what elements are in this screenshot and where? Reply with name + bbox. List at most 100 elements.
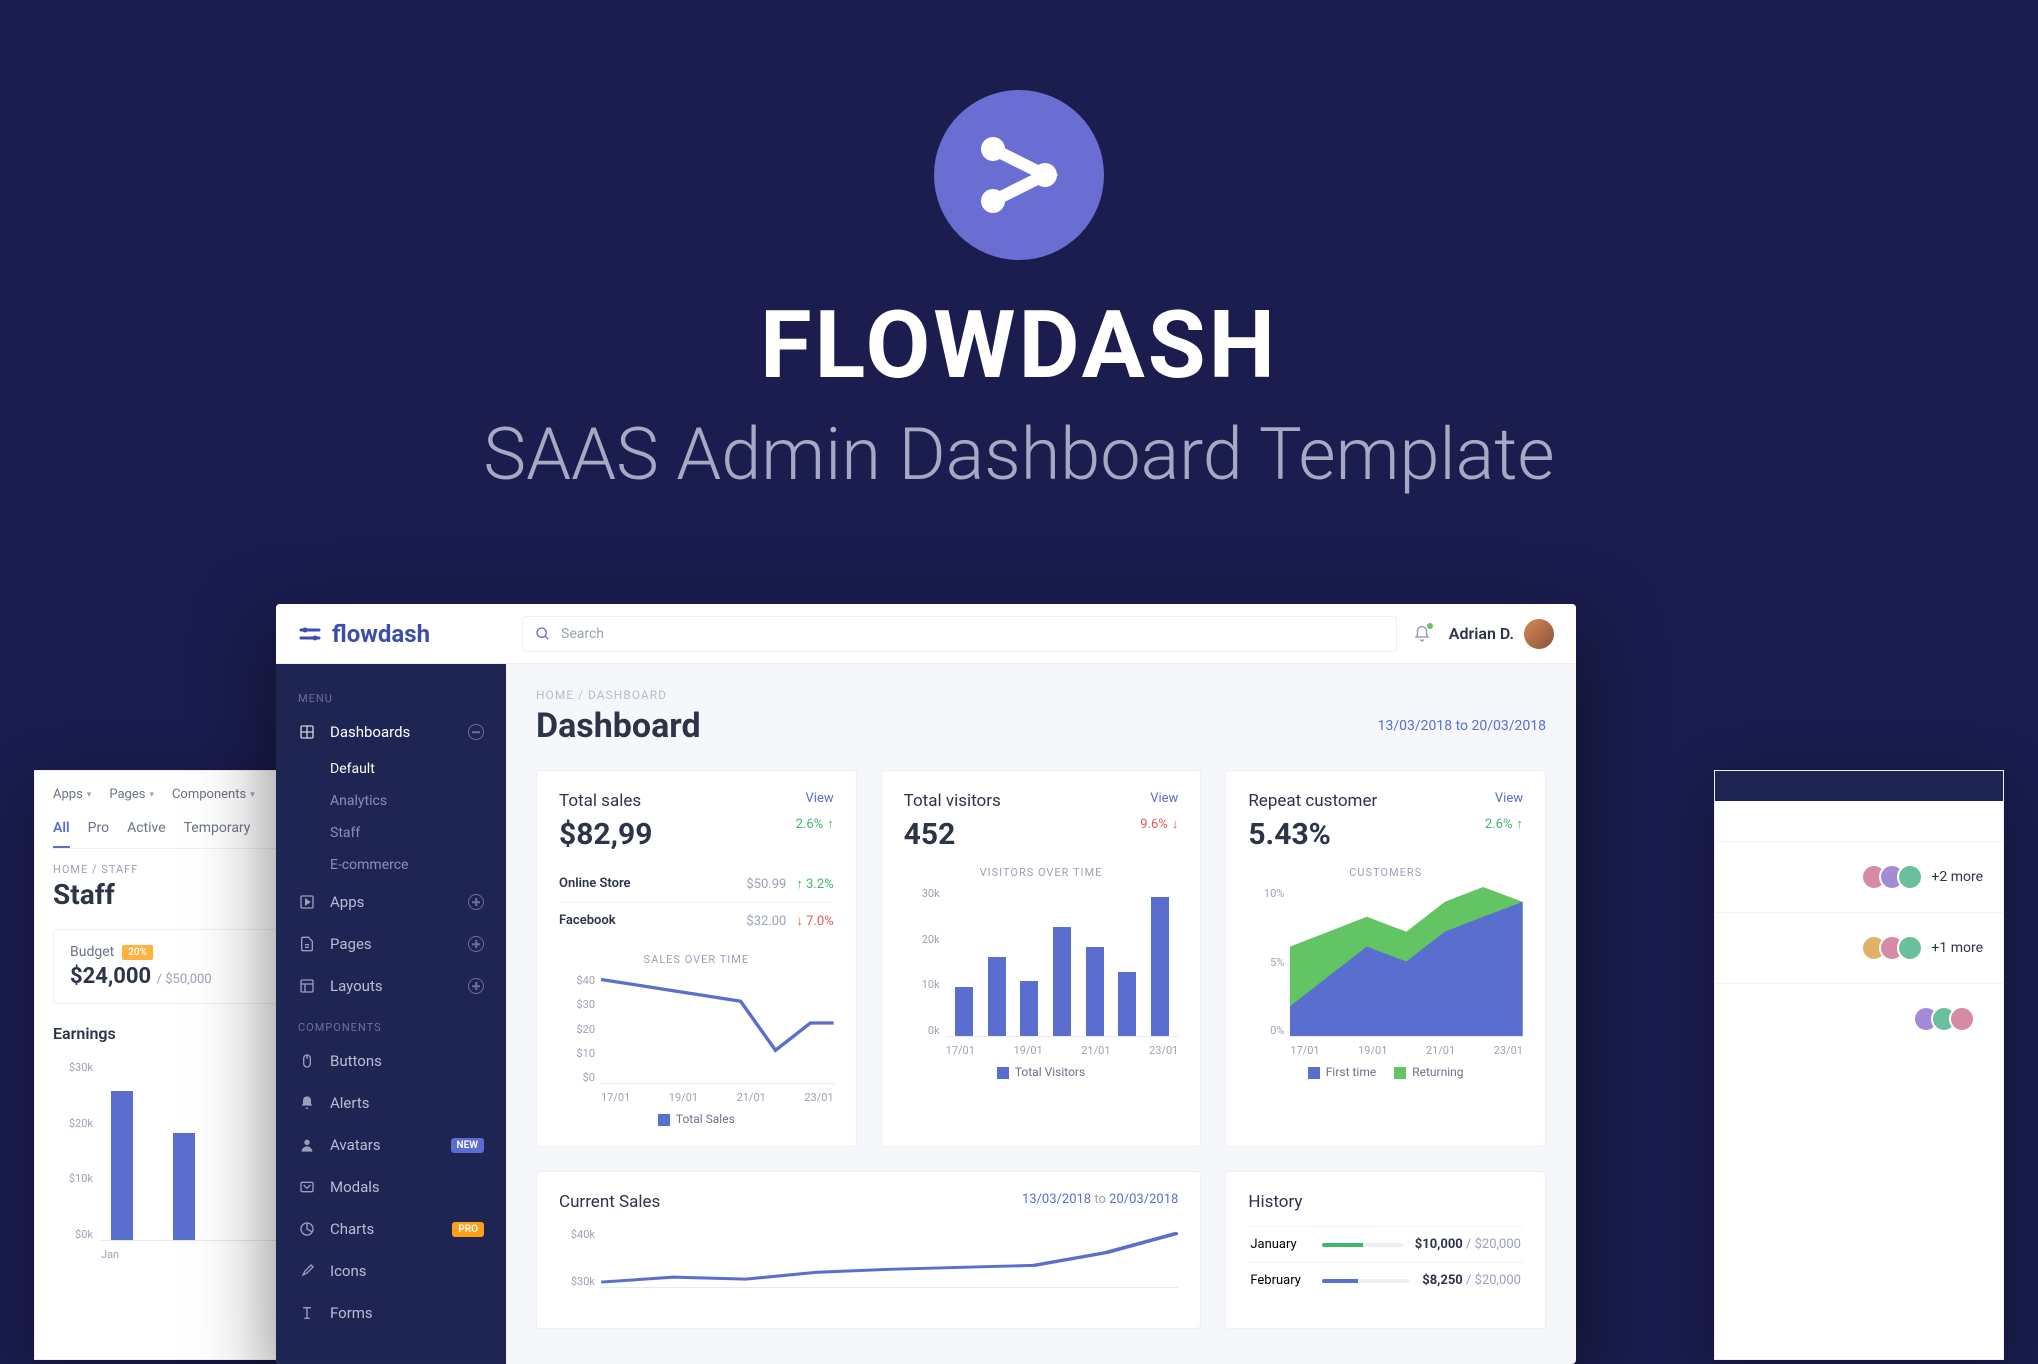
avatar[interactable] xyxy=(1949,1006,1975,1032)
mouse-icon xyxy=(298,1052,316,1070)
grid-icon xyxy=(298,723,316,741)
tab-active[interactable]: Active xyxy=(127,820,166,848)
sidebar-section-menu: MENU xyxy=(276,686,506,711)
avatar[interactable] xyxy=(1897,935,1923,961)
tab-pro[interactable]: Pro xyxy=(88,820,109,848)
team-row xyxy=(1715,983,2003,1054)
nav-apps[interactable]: Apps xyxy=(53,787,91,802)
date-range-picker[interactable]: 13/03/2018 to 20/03/2018 xyxy=(1378,718,1546,734)
card-value: 5.43% xyxy=(1248,817,1377,852)
text-icon xyxy=(298,1304,316,1322)
card-value: 452 xyxy=(904,817,1001,852)
page-title: Staff xyxy=(53,878,305,911)
search-input[interactable]: Search xyxy=(522,616,1397,652)
sidebar-item-modals[interactable]: Modals xyxy=(276,1166,506,1208)
sidebar-item-icons[interactable]: Icons xyxy=(276,1250,506,1292)
breadcrumb: HOME / STAFF xyxy=(53,863,305,876)
sidebar-item-buttons[interactable]: Buttons xyxy=(276,1040,506,1082)
delta-down: 9.6% ↓ xyxy=(1140,816,1178,832)
budget-total: / $50,000 xyxy=(157,972,212,987)
pie-icon xyxy=(298,1220,316,1238)
sales-line-chart: $40 $30 $20 $10 $0 17/01 xyxy=(559,974,834,1104)
earnings-chart: $30k $20k $10k $0k Jan Feb xyxy=(53,1061,305,1261)
sidebar-item-avatars[interactable]: Avatars NEW xyxy=(276,1124,506,1166)
nav-components[interactable]: Components xyxy=(172,787,255,802)
hero-title: FLOWDASH xyxy=(0,290,2038,400)
sidebar: MENU Dashboards Default Analytics Staff … xyxy=(276,664,506,1364)
sidebar-sub-ecommerce[interactable]: E-commerce xyxy=(276,849,506,881)
avatar xyxy=(1524,619,1554,649)
person-icon xyxy=(298,1136,316,1154)
budget-pct-badge: 20% xyxy=(122,945,153,960)
current-sales-chart: $40k $30k xyxy=(559,1228,1178,1308)
budget-label: Budget xyxy=(70,944,114,960)
crumb-current: STAFF xyxy=(101,863,138,876)
team-row: +2 more xyxy=(1715,841,2003,912)
chart-legend: Total Sales xyxy=(559,1112,834,1126)
avatar-group xyxy=(1921,1006,1975,1032)
brand[interactable]: flowdash xyxy=(276,620,506,648)
sidebar-item-dashboards[interactable]: Dashboards xyxy=(276,711,506,753)
crumb-home[interactable]: HOME xyxy=(536,688,574,702)
user-menu[interactable]: Adrian D. xyxy=(1449,619,1554,649)
card-title: Repeat customer xyxy=(1248,791,1377,811)
modal-icon xyxy=(298,1178,316,1196)
brand-icon xyxy=(298,622,322,646)
tab-temporary[interactable]: Temporary xyxy=(184,820,251,848)
sidebar-item-forms[interactable]: Forms xyxy=(276,1292,506,1334)
budget-amount: $24,000 xyxy=(70,964,151,989)
card-title: Total visitors xyxy=(904,791,1001,811)
sidebar-item-charts[interactable]: Charts PRO xyxy=(276,1208,506,1250)
team-row: +1 more xyxy=(1715,912,2003,983)
hero-subtitle: SAAS Admin Dashboard Template xyxy=(0,412,2038,497)
avatar[interactable] xyxy=(1897,864,1923,890)
share-icon xyxy=(969,125,1069,225)
play-icon xyxy=(298,893,316,911)
search-icon xyxy=(535,626,551,642)
customers-area-chart: 10% 5% 0% 17/01 19/01 xyxy=(1248,887,1523,1057)
history-row: February $8,250 / $20,000 xyxy=(1248,1262,1523,1298)
more-count[interactable]: +2 more xyxy=(1931,869,1983,885)
sidebar-item-alerts[interactable]: Alerts xyxy=(276,1082,506,1124)
crumb-home[interactable]: HOME xyxy=(53,863,88,876)
chart-legend: First time Returning xyxy=(1248,1065,1523,1079)
date-range[interactable]: 13/03/2018 to 20/03/2018 xyxy=(1022,1192,1178,1207)
expand-icon[interactable] xyxy=(468,894,484,910)
card-title: Total sales xyxy=(559,791,652,811)
card-repeat-customer: Repeat customer 5.43% View 2.6% ↑ CUSTOM… xyxy=(1225,770,1546,1147)
sidebar-sub-default[interactable]: Default xyxy=(276,753,506,785)
filter-tabs: All Pro Active Temporary xyxy=(53,820,305,849)
sidebar-item-layouts[interactable]: Layouts xyxy=(276,965,506,1007)
view-link[interactable]: View xyxy=(806,791,834,806)
channel-row: Facebook $32.00↓ 7.0% xyxy=(559,902,834,939)
bar-jan xyxy=(111,1091,133,1240)
more-count[interactable]: +1 more xyxy=(1931,940,1983,956)
sidebar-sub-staff[interactable]: Staff xyxy=(276,817,506,849)
view-link[interactable]: View xyxy=(1150,791,1178,806)
collapse-icon[interactable] xyxy=(468,724,484,740)
expand-icon[interactable] xyxy=(468,978,484,994)
sidebar-item-pages[interactable]: Pages xyxy=(276,923,506,965)
top-nav: Apps Pages Components xyxy=(53,787,305,802)
chart-legend: Total Visitors xyxy=(904,1065,1179,1079)
card-title: History xyxy=(1248,1192,1523,1212)
sidebar-sub-analytics[interactable]: Analytics xyxy=(276,785,506,817)
sidebar-item-apps[interactable]: Apps xyxy=(276,881,506,923)
budget-card: Budget 20% $24,000 / $50,000 xyxy=(53,929,305,1004)
notifications-button[interactable] xyxy=(1413,625,1431,643)
tab-all[interactable]: All xyxy=(53,820,70,848)
chart-title: SALES OVER TIME xyxy=(559,953,834,966)
history-row: January $10,000 / $20,000 xyxy=(1248,1226,1523,1262)
expand-icon[interactable] xyxy=(468,936,484,952)
avatar-group xyxy=(1869,864,1923,890)
delta-up: 2.6% ↑ xyxy=(1485,816,1523,832)
card-history: History January $10,000 / $20,000 Februa… xyxy=(1225,1171,1546,1329)
view-link[interactable]: View xyxy=(1495,791,1523,806)
nav-pages[interactable]: Pages xyxy=(109,787,154,802)
card-total-sales: Total sales $82,99 View 2.6% ↑ Online St… xyxy=(536,770,857,1147)
pro-badge: PRO xyxy=(452,1222,484,1237)
card-value: $82,99 xyxy=(559,817,652,852)
delta-up: 2.6% ↑ xyxy=(796,816,834,832)
sidebar-section-components: COMPONENTS xyxy=(276,1015,506,1040)
page-title: Dashboard xyxy=(536,706,701,746)
